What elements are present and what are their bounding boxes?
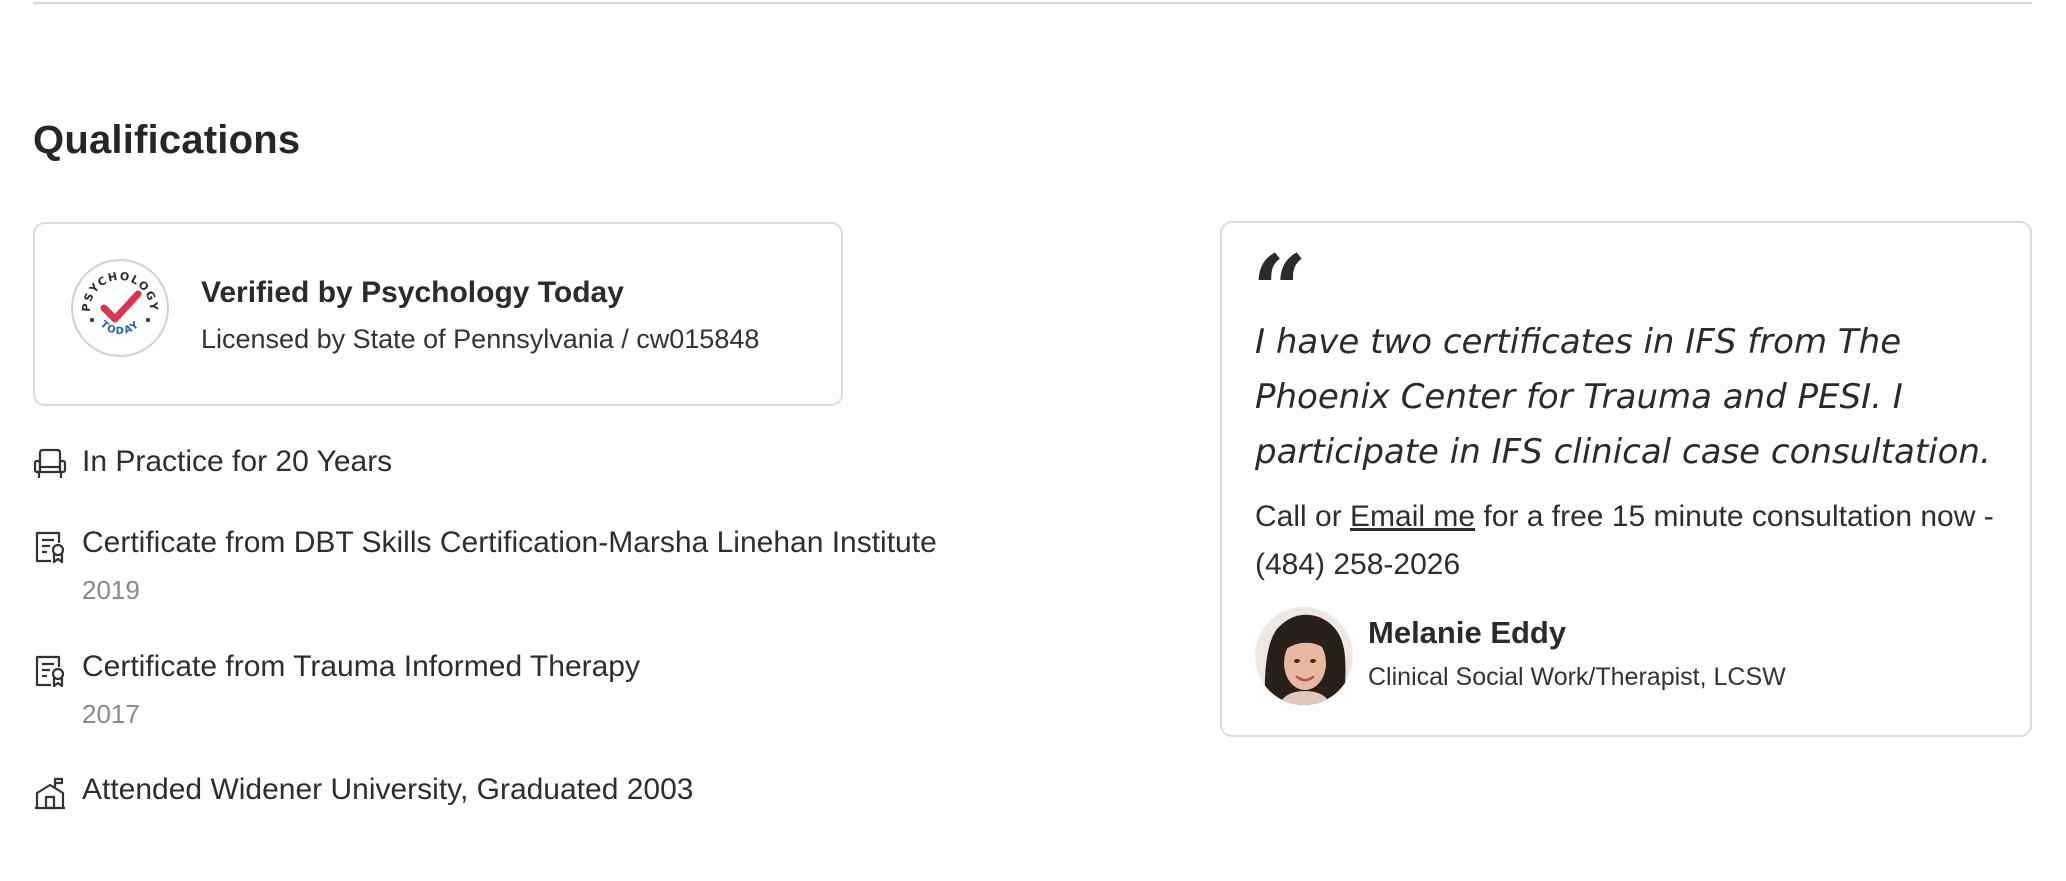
consultation-line: Call or Email me for a free 15 minute co…	[1255, 493, 2015, 589]
qualification-year: 2019	[82, 575, 140, 605]
therapist-title: Clinical Social Work/Therapist, LCSW	[1368, 663, 1786, 691]
quote-text: I have two certificates in IFS from The …	[1255, 322, 1991, 472]
quote-card: “ I have two certificates in IFS from Th…	[1220, 221, 2032, 737]
chair-icon	[33, 447, 67, 481]
qualifications-page: Qualifications PSYCHOLOGY TODAY Verified…	[0, 0, 2066, 881]
certificate-icon	[33, 654, 67, 688]
qualification-year: 2017	[82, 699, 140, 729]
verified-title: Verified by Psychology Today	[201, 276, 624, 309]
qualification-text: In Practice for 20 Years	[82, 445, 393, 478]
qualification-text: Certificate from Trauma Informed Therapy	[82, 650, 640, 683]
qualification-text: Certificate from DBT Skills Certificatio…	[82, 526, 937, 559]
verified-card: PSYCHOLOGY TODAY Verified by Psychology …	[33, 222, 843, 406]
license-text: Licensed by State of Pennsylvania / cw01…	[201, 324, 760, 354]
section-title: Qualifications	[33, 118, 301, 162]
section-divider	[33, 2, 2032, 4]
therapist-name: Melanie Eddy	[1368, 615, 1567, 650]
consult-prefix: Call or	[1255, 500, 1342, 533]
school-icon	[33, 777, 67, 811]
certificate-icon	[33, 530, 67, 564]
qualification-text: Attended Widener University, Graduated 2…	[82, 773, 694, 806]
avatar	[1255, 607, 1353, 705]
psychology-today-badge-icon: PSYCHOLOGY TODAY	[70, 258, 170, 358]
email-me-link[interactable]: Email me	[1350, 500, 1475, 533]
